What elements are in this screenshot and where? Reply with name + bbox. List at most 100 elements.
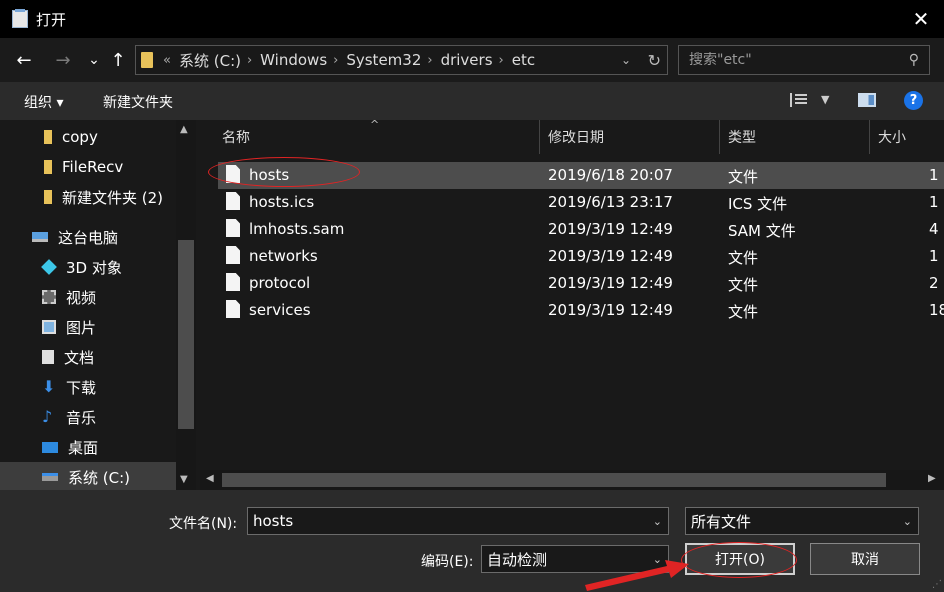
- sidebar-item-videos[interactable]: 视频: [0, 282, 176, 312]
- open-button[interactable]: 打开(O): [685, 543, 795, 575]
- file-date: 2019/3/19 12:49: [548, 274, 673, 292]
- breadcrumb-item-system32[interactable]: System32: [346, 51, 421, 69]
- file-size: 1: [929, 193, 939, 211]
- new-folder-button[interactable]: 新建文件夹: [103, 92, 173, 112]
- file-type: 文件: [728, 168, 759, 186]
- breadcrumb-item-drivers[interactable]: drivers: [441, 51, 493, 69]
- scroll-up-icon[interactable]: ▲: [180, 124, 188, 135]
- breadcrumb-item-drive[interactable]: 系统 (C:): [179, 50, 241, 71]
- folder-icon: [44, 160, 52, 174]
- sidebar-item-new-folder-2[interactable]: 新建文件夹 (2): [0, 182, 176, 212]
- breadcrumb-separator[interactable]: ›: [333, 53, 338, 68]
- search-input[interactable]: [679, 52, 889, 68]
- scroll-right-icon[interactable]: ▶: [928, 473, 936, 484]
- scrollbar-thumb[interactable]: [178, 240, 194, 429]
- filetype-select[interactable]: 所有文件 ⌄: [685, 507, 919, 535]
- horizontal-scrollbar[interactable]: ◀ ▶: [200, 470, 944, 490]
- chevron-down-icon[interactable]: ⌄: [653, 515, 662, 528]
- column-header-type[interactable]: 类型: [720, 120, 870, 154]
- column-header-name[interactable]: 名称: [214, 120, 540, 154]
- filetype-value: 所有文件: [691, 512, 752, 531]
- file-type: ICS 文件: [728, 195, 788, 213]
- recent-locations-button[interactable]: ⌄: [82, 48, 106, 72]
- chevron-down-icon[interactable]: ⌄: [621, 53, 631, 67]
- preview-pane-icon[interactable]: [858, 93, 876, 107]
- desktop-icon: [42, 441, 58, 453]
- file-icon: [226, 219, 240, 237]
- up-button[interactable]: ↑: [106, 48, 130, 72]
- sidebar-item-pictures[interactable]: 图片: [0, 312, 176, 342]
- file-row-hosts[interactable]: hosts 2019/6/18 20:07 文件 1: [218, 162, 944, 189]
- sidebar-item-filerecv[interactable]: FileRecv: [0, 152, 176, 182]
- breadcrumb-item-etc[interactable]: etc: [512, 51, 535, 69]
- sidebar-item-label: 系统 (C:): [68, 468, 130, 487]
- column-header-date[interactable]: 修改日期: [540, 120, 720, 154]
- sidebar-item-system-c[interactable]: 系统 (C:): [0, 462, 176, 490]
- navigation-pane: copy FileRecv 新建文件夹 (2) 这台电脑 3D 对象 视频 图片…: [0, 120, 196, 490]
- sidebar-item-this-pc[interactable]: 这台电脑: [0, 222, 176, 252]
- file-row-networks[interactable]: networks 2019/3/19 12:49 文件 1: [218, 243, 944, 270]
- file-type: 文件: [728, 249, 759, 267]
- sidebar-item-documents[interactable]: 文档: [0, 342, 176, 372]
- column-header-size[interactable]: 大小: [870, 120, 944, 154]
- chevron-down-icon[interactable]: ⌄: [653, 553, 662, 566]
- refresh-icon[interactable]: ↻: [648, 51, 661, 70]
- chevron-down-icon[interactable]: ⌄: [903, 515, 912, 528]
- file-size: 1: [929, 166, 939, 184]
- breadcrumb-separator[interactable]: ›: [499, 53, 504, 68]
- file-icon: [226, 165, 240, 183]
- folder-icon: [44, 130, 52, 144]
- close-button[interactable]: ✕: [898, 0, 944, 38]
- file-size: 18: [929, 301, 944, 319]
- search-icon[interactable]: ⚲: [909, 52, 919, 68]
- filename-field[interactable]: hosts ⌄: [247, 507, 669, 535]
- video-icon: [42, 290, 56, 304]
- sidebar-item-downloads[interactable]: ⬇ 下载: [0, 372, 176, 402]
- search-box[interactable]: ⚲: [678, 45, 930, 75]
- breadcrumb[interactable]: « 系统 (C:) › Windows › System32 › drivers…: [135, 45, 668, 75]
- resize-grip-icon[interactable]: ⋰: [932, 579, 942, 590]
- scroll-left-icon[interactable]: ◀: [206, 473, 214, 484]
- view-options-icon[interactable]: [790, 93, 808, 107]
- document-icon: [42, 350, 54, 364]
- drive-icon: [42, 473, 58, 481]
- sidebar-item-label: 这台电脑: [58, 228, 119, 247]
- chevron-down-icon[interactable]: ▼: [821, 93, 829, 106]
- file-date: 2019/3/19 12:49: [548, 301, 673, 319]
- sidebar-item-copy[interactable]: copy: [0, 122, 176, 152]
- filename-value: hosts: [253, 512, 294, 530]
- file-row-lmhosts-sam[interactable]: lmhosts.sam 2019/3/19 12:49 SAM 文件 4: [218, 216, 944, 243]
- organize-button[interactable]: 组织 ▾: [24, 92, 63, 112]
- forward-button[interactable]: →: [51, 48, 75, 72]
- sidebar-item-label: 文档: [64, 348, 95, 367]
- sidebar-item-3d-objects[interactable]: 3D 对象: [0, 252, 176, 282]
- encoding-select[interactable]: 自动检测 ⌄: [481, 545, 669, 573]
- breadcrumb-item-windows[interactable]: Windows: [260, 51, 327, 69]
- computer-icon: [32, 232, 48, 242]
- sidebar-item-label: 3D 对象: [66, 258, 122, 277]
- cancel-button[interactable]: 取消: [810, 543, 920, 575]
- file-row-protocol[interactable]: protocol 2019/3/19 12:49 文件 2: [218, 270, 944, 297]
- sidebar-item-label: 图片: [66, 318, 97, 337]
- file-name: hosts: [249, 166, 290, 184]
- file-size: 4: [929, 220, 939, 238]
- breadcrumb-separator[interactable]: ›: [247, 53, 252, 68]
- sidebar-scrollbar[interactable]: ▲ ▼: [176, 120, 196, 490]
- breadcrumb-overflow[interactable]: «: [163, 53, 171, 68]
- file-icon: [226, 273, 240, 291]
- scroll-down-icon[interactable]: ▼: [180, 474, 188, 485]
- sidebar-item-desktop[interactable]: 桌面: [0, 432, 176, 462]
- file-name: hosts.ics: [249, 193, 315, 211]
- file-type: 文件: [728, 276, 759, 294]
- sidebar-item-label: 新建文件夹 (2): [62, 188, 164, 207]
- scrollbar-thumb[interactable]: [222, 473, 886, 487]
- download-icon: ⬇: [42, 377, 56, 396]
- back-button[interactable]: ←: [12, 48, 36, 72]
- file-name: lmhosts.sam: [249, 220, 345, 238]
- help-icon[interactable]: ?: [904, 91, 923, 110]
- file-row-hosts-ics[interactable]: hosts.ics 2019/6/13 23:17 ICS 文件 1: [218, 189, 944, 216]
- sidebar-item-music[interactable]: ♪ 音乐: [0, 402, 176, 432]
- breadcrumb-separator[interactable]: ›: [427, 53, 432, 68]
- file-icon: [226, 192, 240, 210]
- file-row-services[interactable]: services 2019/3/19 12:49 文件 18: [218, 297, 944, 324]
